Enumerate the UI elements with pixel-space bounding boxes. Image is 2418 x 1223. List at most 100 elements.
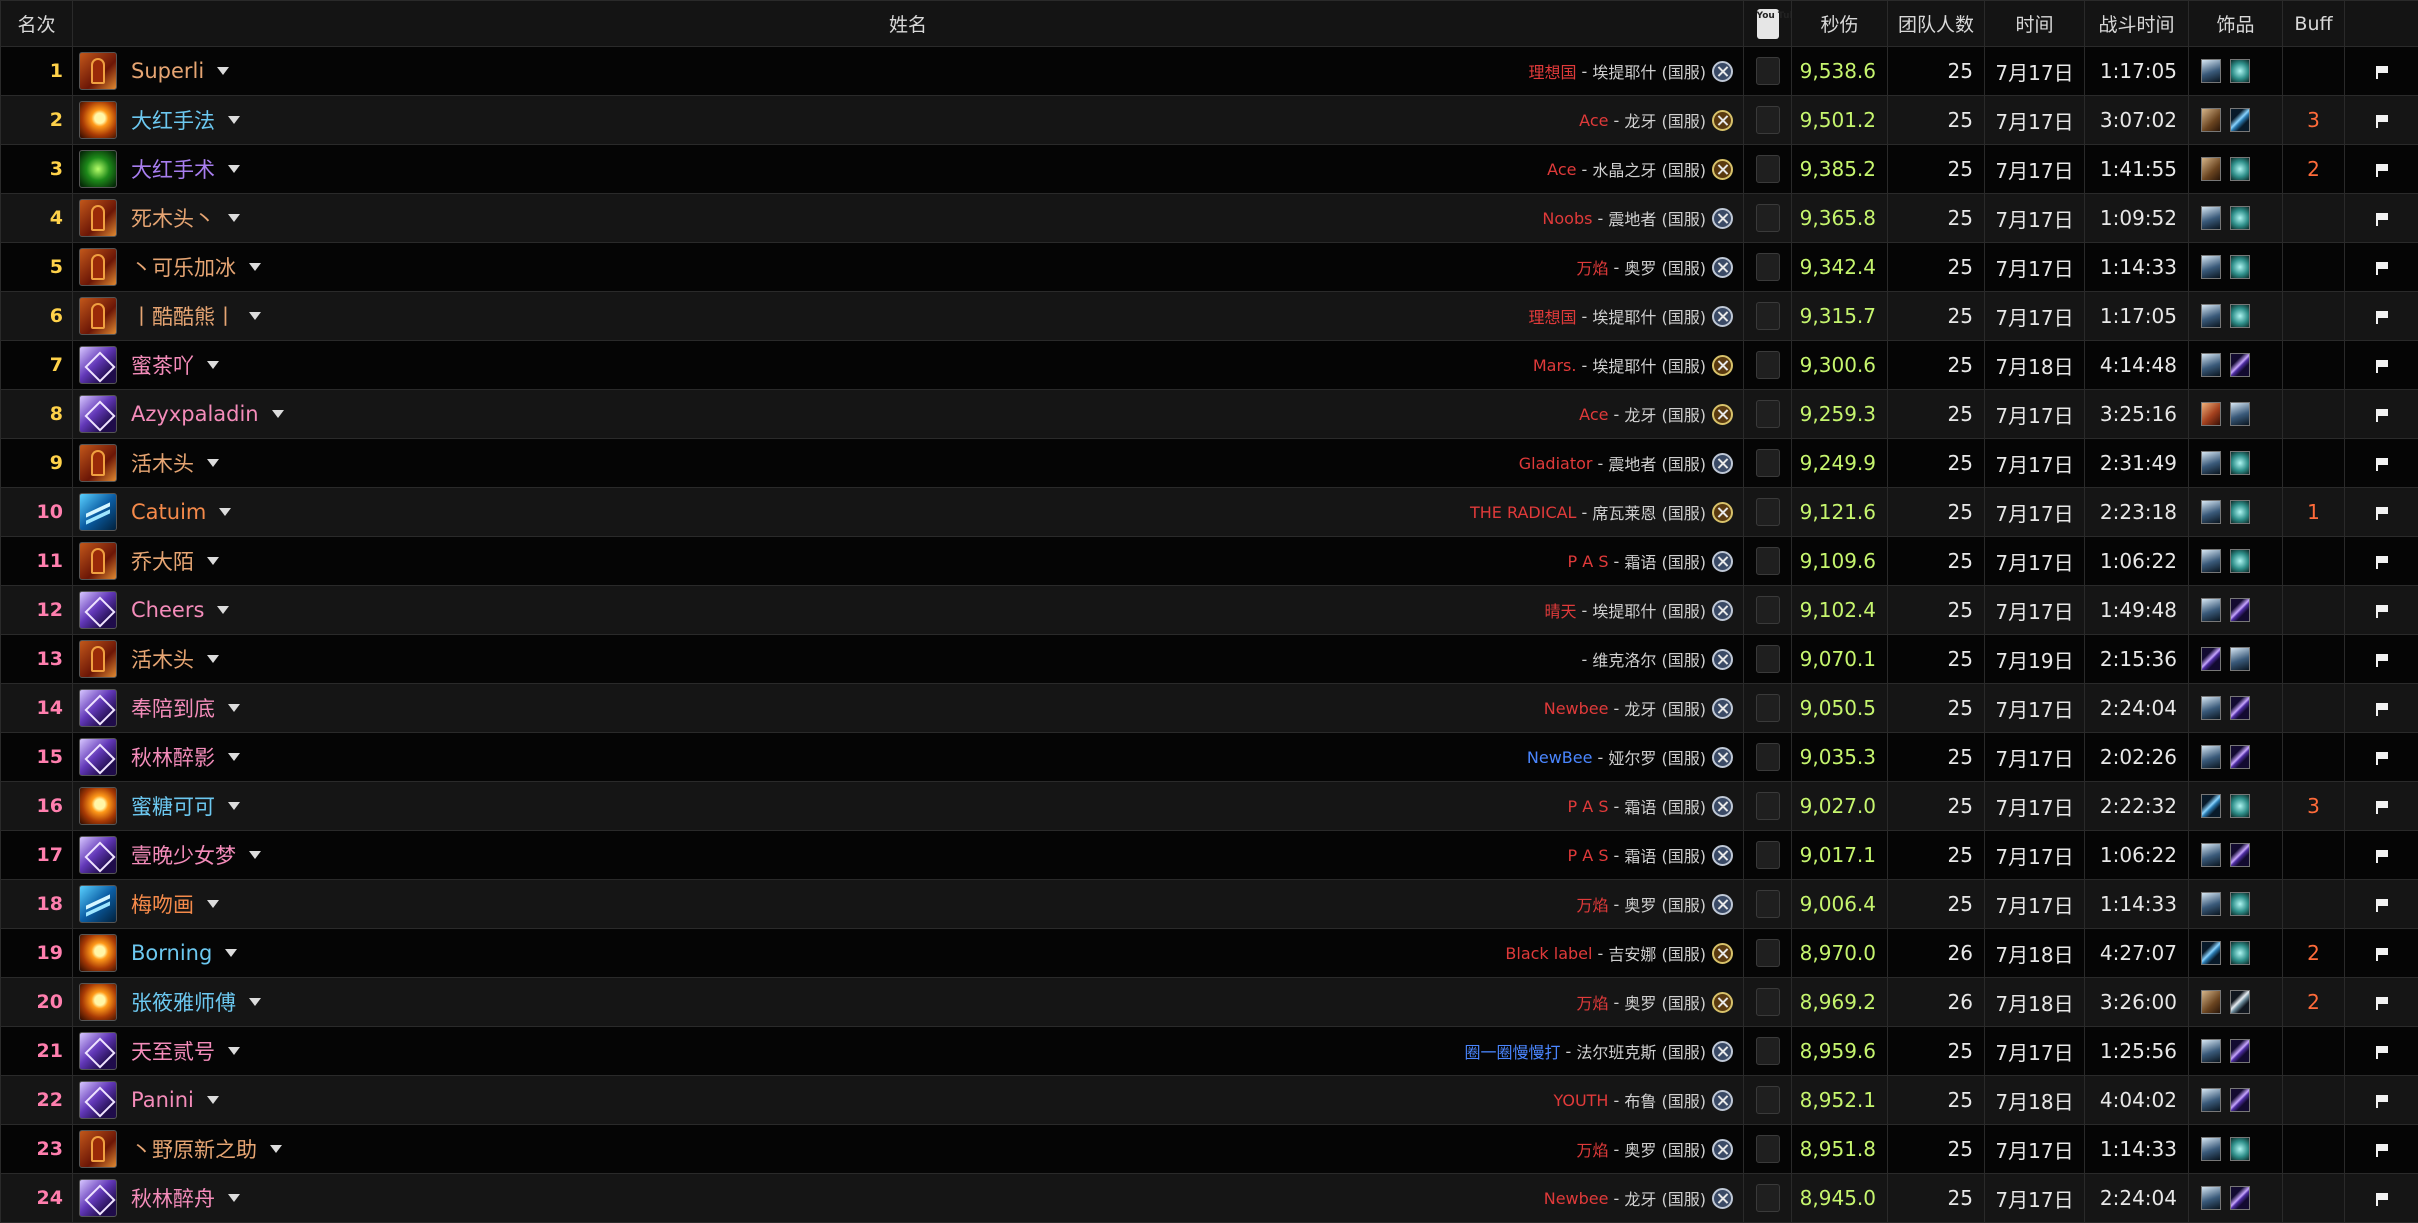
skull-trinket-icon[interactable] bbox=[2201, 696, 2221, 720]
youtube-icon[interactable] bbox=[1756, 596, 1780, 624]
flag-icon[interactable] bbox=[2376, 262, 2388, 274]
youtube-icon[interactable] bbox=[1756, 1037, 1780, 1065]
beast-trinket-icon[interactable] bbox=[2201, 108, 2221, 132]
skull-trinket-icon[interactable] bbox=[2230, 647, 2250, 671]
claw-trinket-icon[interactable] bbox=[2201, 402, 2221, 426]
player-name-link[interactable]: 蜜茶吖 bbox=[131, 350, 194, 380]
skull-trinket-icon[interactable] bbox=[2201, 745, 2221, 769]
table-row[interactable]: 10 Catuim THE RADICAL - 席瓦莱恩 (国服) 9,121.… bbox=[1, 488, 2418, 537]
orb-trinket-icon[interactable] bbox=[2230, 1137, 2250, 1161]
flag-icon[interactable] bbox=[2376, 311, 2388, 323]
youtube-icon[interactable] bbox=[1756, 547, 1780, 575]
player-name-link[interactable]: 秋林醉舟 bbox=[131, 1183, 215, 1213]
player-name-link[interactable]: 大红手法 bbox=[131, 105, 215, 135]
dagger-trinket-icon[interactable] bbox=[2230, 990, 2250, 1014]
youtube-icon[interactable] bbox=[1756, 1184, 1780, 1212]
youtube-icon[interactable] bbox=[1756, 1086, 1780, 1114]
flag-icon[interactable] bbox=[2376, 654, 2388, 666]
youtube-icon[interactable] bbox=[1756, 400, 1780, 428]
table-row[interactable]: 12 Cheers 晴天 - 埃提耶什 (国服) 9,102.4 25 7月17… bbox=[1, 586, 2418, 635]
guild-name-link[interactable]: Ace bbox=[1579, 405, 1608, 424]
flag-icon[interactable] bbox=[2376, 115, 2388, 127]
player-name-link[interactable]: 天至贰号 bbox=[131, 1036, 215, 1066]
orb-trinket-icon[interactable] bbox=[2230, 892, 2250, 916]
player-name-link[interactable]: 梅吻画 bbox=[131, 889, 194, 919]
table-row[interactable]: 18 梅吻画 万焰 - 奥罗 (国服) 9,006.4 25 7月17日 1:1… bbox=[1, 880, 2418, 929]
table-row[interactable]: 13 活木头 - 维克洛尔 (国服) 9,070.1 25 7月19日 2:15… bbox=[1, 635, 2418, 684]
duration-header[interactable]: 战斗时间 bbox=[2085, 1, 2189, 47]
skull-trinket-icon[interactable] bbox=[2201, 59, 2221, 83]
orb-trinket-icon[interactable] bbox=[2230, 941, 2250, 965]
youtube-icon[interactable] bbox=[1756, 792, 1780, 820]
chevron-down-icon[interactable] bbox=[249, 263, 261, 271]
guild-name-link[interactable]: 理想国 bbox=[1528, 59, 1576, 83]
chevron-down-icon[interactable] bbox=[207, 655, 219, 663]
table-row[interactable]: 20 张筱雅师傅 万焰 - 奥罗 (国服) 8,969.2 26 7月18日 3… bbox=[1, 978, 2418, 1027]
blade-trinket-icon[interactable] bbox=[2201, 941, 2221, 965]
table-row[interactable]: 16 蜜糖可可 P A S - 霜语 (国服) 9,027.0 25 7月17日… bbox=[1, 782, 2418, 831]
guild-name-link[interactable]: Newbee bbox=[1544, 1189, 1609, 1208]
guild-name-link[interactable]: Black label bbox=[1505, 944, 1592, 963]
chevron-down-icon[interactable] bbox=[207, 900, 219, 908]
flag-icon[interactable] bbox=[2376, 1046, 2388, 1058]
player-name-link[interactable]: 活木头 bbox=[131, 644, 194, 674]
chevron-down-icon[interactable] bbox=[249, 998, 261, 1006]
date-header[interactable]: 时间 bbox=[1985, 1, 2085, 47]
youtube-icon[interactable] bbox=[1756, 743, 1780, 771]
orb-trinket-icon[interactable] bbox=[2230, 549, 2250, 573]
chevron-down-icon[interactable] bbox=[249, 312, 261, 320]
chevron-down-icon[interactable] bbox=[225, 949, 237, 957]
chevron-down-icon[interactable] bbox=[217, 606, 229, 614]
guild-name-link[interactable]: Ace bbox=[1579, 111, 1608, 130]
chevron-down-icon[interactable] bbox=[228, 802, 240, 810]
youtube-icon[interactable] bbox=[1756, 645, 1780, 673]
buff-header[interactable]: Buff bbox=[2283, 1, 2345, 47]
rank-header[interactable]: 名次 bbox=[1, 1, 73, 47]
table-row[interactable]: 2 大红手法 Ace - 龙牙 (国服) 9,501.2 25 7月17日 3:… bbox=[1, 96, 2418, 145]
flag-icon[interactable] bbox=[2376, 703, 2388, 715]
chevron-down-icon[interactable] bbox=[228, 1047, 240, 1055]
flag-icon[interactable] bbox=[2376, 752, 2388, 764]
flag-icon[interactable] bbox=[2376, 164, 2388, 176]
table-row[interactable]: 15 秋林醉影 NewBee - 娅尔罗 (国服) 9,035.3 25 7月1… bbox=[1, 733, 2418, 782]
flag-icon[interactable] bbox=[2376, 1193, 2388, 1205]
player-name-link[interactable]: 秋林醉影 bbox=[131, 742, 215, 772]
beast-trinket-icon[interactable] bbox=[2201, 990, 2221, 1014]
flag-icon[interactable] bbox=[2376, 899, 2388, 911]
skull-trinket-icon[interactable] bbox=[2201, 598, 2221, 622]
player-name-link[interactable]: 蜜糖可可 bbox=[131, 791, 215, 821]
flag-icon[interactable] bbox=[2376, 360, 2388, 372]
skull-trinket-icon[interactable] bbox=[2201, 1088, 2221, 1112]
guild-name-link[interactable]: P A S bbox=[1568, 846, 1609, 865]
rod-trinket-icon[interactable] bbox=[2230, 843, 2250, 867]
guild-name-link[interactable]: P A S bbox=[1568, 797, 1609, 816]
table-row[interactable]: 9 活木头 Gladiator - 震地者 (国服) 9,249.9 25 7月… bbox=[1, 439, 2418, 488]
guild-name-link[interactable]: 理想国 bbox=[1528, 304, 1576, 328]
skull-trinket-icon[interactable] bbox=[2201, 353, 2221, 377]
youtube-icon[interactable] bbox=[1756, 351, 1780, 379]
youtube-icon[interactable] bbox=[1756, 1135, 1780, 1163]
skull-trinket-icon[interactable] bbox=[2201, 549, 2221, 573]
skull-trinket-icon[interactable] bbox=[2230, 402, 2250, 426]
orb-trinket-icon[interactable] bbox=[2230, 157, 2250, 181]
orb-trinket-icon[interactable] bbox=[2230, 451, 2250, 475]
table-row[interactable]: 22 Panini YOUTH - 布鲁 (国服) 8,952.1 25 7月1… bbox=[1, 1076, 2418, 1125]
skull-trinket-icon[interactable] bbox=[2201, 1137, 2221, 1161]
player-name-link[interactable]: 死木头丶 bbox=[131, 203, 215, 233]
player-name-link[interactable]: 丨酷酷熊丨 bbox=[131, 301, 236, 331]
youtube-icon[interactable] bbox=[1756, 890, 1780, 918]
table-row[interactable]: 17 壹晚少女梦 P A S - 霜语 (国服) 9,017.1 25 7月17… bbox=[1, 831, 2418, 880]
guild-name-link[interactable]: P A S bbox=[1568, 552, 1609, 571]
skull-trinket-icon[interactable] bbox=[2201, 206, 2221, 230]
player-name-link[interactable]: 奉陪到底 bbox=[131, 693, 215, 723]
guild-name-link[interactable]: Noobs bbox=[1542, 209, 1592, 228]
skull-trinket-icon[interactable] bbox=[2201, 255, 2221, 279]
chevron-down-icon[interactable] bbox=[217, 67, 229, 75]
raid-size-header[interactable]: 团队人数 bbox=[1888, 1, 1985, 47]
table-row[interactable]: 6 丨酷酷熊丨 理想国 - 埃提耶什 (国服) 9,315.7 25 7月17日… bbox=[1, 292, 2418, 341]
orb-trinket-icon[interactable] bbox=[2230, 794, 2250, 818]
chevron-down-icon[interactable] bbox=[228, 116, 240, 124]
chevron-down-icon[interactable] bbox=[270, 1145, 282, 1153]
flag-icon[interactable] bbox=[2376, 556, 2388, 568]
blade-trinket-icon[interactable] bbox=[2201, 794, 2221, 818]
